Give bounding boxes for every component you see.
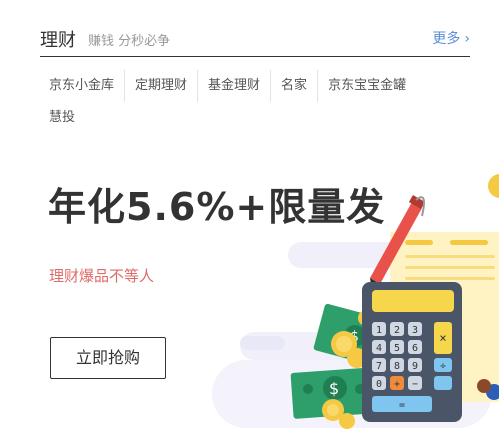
category-huitou[interactable]: 慧投 [40,102,460,134]
calc-key-multiply: × [439,331,446,345]
svg-text:$: $ [329,379,339,398]
calc-key-4: 4 [376,343,382,354]
finance-illustration: $ $ 1 2 3 4 [212,174,499,429]
category-baby-jar[interactable]: 京东宝宝金罐 [318,70,416,102]
category-jd-xiaojinku[interactable]: 京东小金库 [40,70,126,102]
calc-key-6: 6 [412,343,418,354]
calc-key-2: 2 [394,325,400,336]
chevron-right-icon: › [464,31,470,47]
calc-key-0: 0 [376,379,382,390]
section-header: 理财 赚钱 分秒必争 更多 › [40,26,470,57]
bg-pill [240,336,285,350]
calc-key-minus: − [412,379,418,390]
buy-now-button[interactable]: 立即抢购 [50,337,166,379]
category-fund[interactable]: 基金理财 [198,70,272,102]
category-nav: 京东小金库 定期理财 基金理财 名家 京东宝宝金罐 慧投 [40,70,460,134]
calculator-icon: 1 2 3 4 5 6 7 8 9 0 + − × ÷ = [362,282,462,422]
category-experts[interactable]: 名家 [271,70,319,102]
section-subtitle: 赚钱 分秒必争 [88,34,171,49]
calc-key-1: 1 [376,325,382,336]
calc-key-9: 9 [412,361,418,372]
calc-key-5: 5 [394,343,400,354]
section-title: 理财 [40,30,76,51]
calc-key-7: 7 [376,361,382,372]
more-link[interactable]: 更多 › [432,28,470,48]
calc-key-divide: ÷ [440,361,446,372]
calc-key-3: 3 [412,325,418,336]
promo-tagline: 理财爆品不等人 [49,267,155,285]
more-label: 更多 [432,31,461,47]
calc-key-plus: + [394,379,400,390]
category-fixed-term[interactable]: 定期理财 [125,70,199,102]
calc-key-8: 8 [394,361,400,372]
calc-key-equals: = [399,400,405,411]
